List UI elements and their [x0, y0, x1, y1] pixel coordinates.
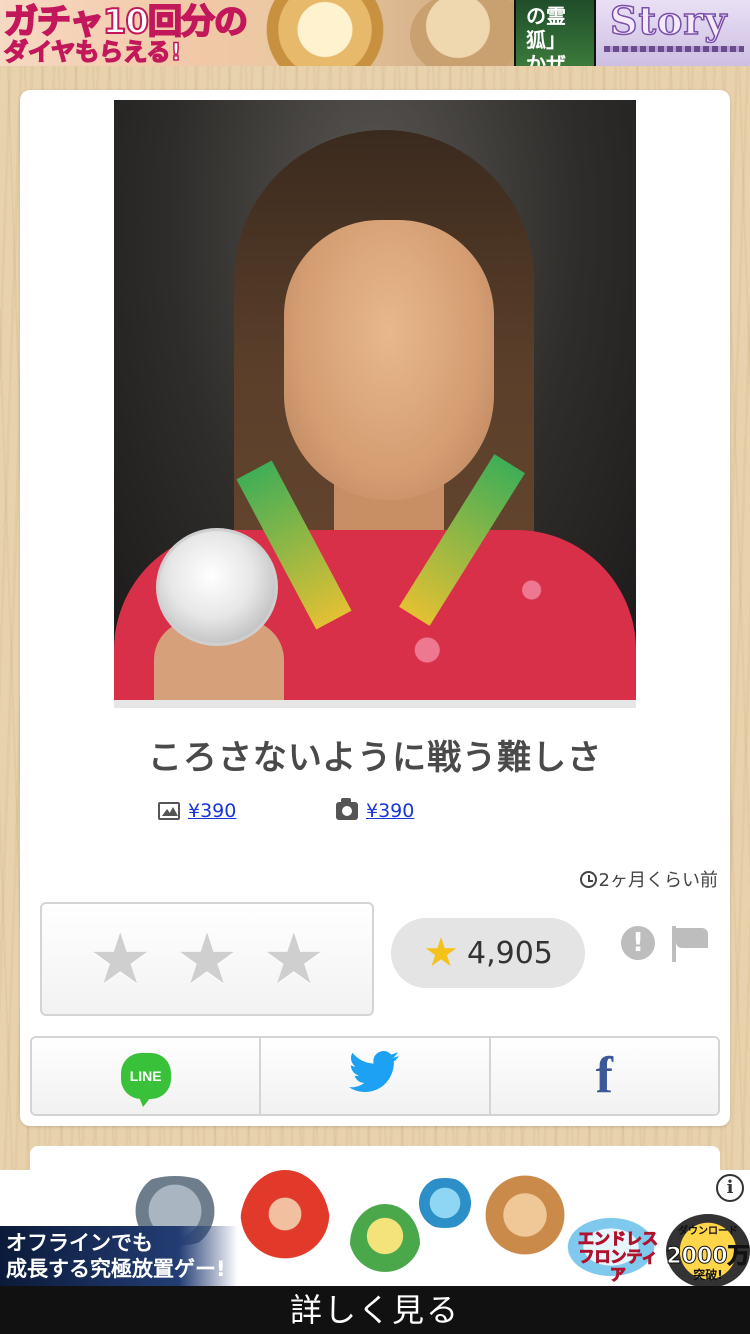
ad-character-art: [250, 0, 400, 66]
flag-icon[interactable]: [670, 926, 710, 962]
ad-fox-text: の霊狐」 かザ: [526, 4, 566, 66]
ad-gacha-banner[interactable]: ガチャ10回分の ダイヤもらえる!: [0, 0, 514, 66]
price-camera-link[interactable]: ¥390: [366, 800, 414, 822]
post-title: ころさないように戦う難しさ: [147, 738, 603, 778]
share-twitter-button[interactable]: [261, 1038, 491, 1114]
rate-star-1-icon[interactable]: ★: [89, 924, 152, 994]
ad-info-icon[interactable]: i: [716, 1174, 744, 1202]
ad-slogan: オフラインでも 成長する究極放置ゲー!: [0, 1226, 238, 1286]
ad-decor-art: [410, 0, 514, 66]
ad-elf-sprite: [350, 1204, 420, 1284]
ad-cta-button[interactable]: 詳しく見る: [0, 1286, 750, 1334]
ad-game-art: エンドレス フロンティア ダウンロード 2000万 突破! オフラインでも 成長…: [0, 1170, 750, 1288]
price-camera: ¥390: [336, 798, 414, 822]
image-icon: [158, 802, 180, 820]
ad-game-logo: エンドレス フロンティア: [578, 1229, 659, 1284]
badge-top-text: ダウンロード: [678, 1226, 738, 1237]
share-line-button[interactable]: LINE: [32, 1038, 262, 1114]
rate-star-3-icon[interactable]: ★: [262, 924, 325, 994]
post-card: ころさないように戦う難しさ ¥390 ¥390 2ヶ月くらい前 ★ ★ ★ ★ …: [20, 90, 730, 1126]
clock-icon: [579, 870, 597, 888]
rate-star-2-icon[interactable]: ★: [176, 924, 239, 994]
post-timestamp: 2ヶ月くらい前: [579, 866, 718, 892]
ad-story-decor: [604, 46, 744, 52]
line-icon: LINE: [120, 1053, 171, 1107]
photo-caption-bar: [114, 700, 636, 708]
ad-girl-sprite: [240, 1170, 330, 1280]
slogan-line-1: オフラインでも: [6, 1231, 153, 1255]
report-exclamation-icon[interactable]: !: [621, 926, 655, 960]
camera-icon: [336, 798, 358, 820]
rating-widget: ★ ★ ★: [40, 902, 374, 1016]
price-image: ¥390: [158, 800, 236, 822]
photo-silver-medal: [156, 528, 278, 646]
share-bar: LINE f: [30, 1036, 720, 1116]
score-badge: ★ 4,905: [391, 918, 585, 988]
top-ad-banner[interactable]: ガチャ10回分の ダイヤもらえる! の霊狐」 かザ Story: [0, 0, 750, 66]
badge-bottom-text: 突破!: [693, 1268, 723, 1282]
slogan-line-2: 成長する究極放置ゲー!: [6, 1257, 226, 1281]
ad-download-badge: ダウンロード 2000万 突破!: [666, 1214, 750, 1288]
photo-face: [284, 220, 494, 500]
twitter-bird-icon: [348, 1051, 401, 1101]
flag-cloth: [676, 928, 708, 948]
post-photo[interactable]: [114, 100, 636, 700]
bottom-ad-banner[interactable]: エンドレス フロンティア ダウンロード 2000万 突破! オフラインでも 成長…: [0, 1170, 750, 1334]
ad-story-logo: Story: [609, 0, 728, 44]
ad-story-banner[interactable]: Story: [594, 0, 750, 66]
ad-bird-sprite: [410, 1178, 480, 1228]
timestamp-text: 2ヶ月くらい前: [598, 870, 718, 891]
facebook-icon: f: [595, 1047, 613, 1104]
ad-fox-banner[interactable]: の霊狐」 かザ: [514, 0, 594, 66]
star-icon: ★: [423, 930, 459, 976]
price-image-link[interactable]: ¥390: [188, 800, 236, 822]
ad-subline: ダイヤもらえる!: [3, 37, 182, 66]
score-count: 4,905: [466, 935, 553, 971]
share-facebook-button[interactable]: f: [490, 1038, 718, 1114]
